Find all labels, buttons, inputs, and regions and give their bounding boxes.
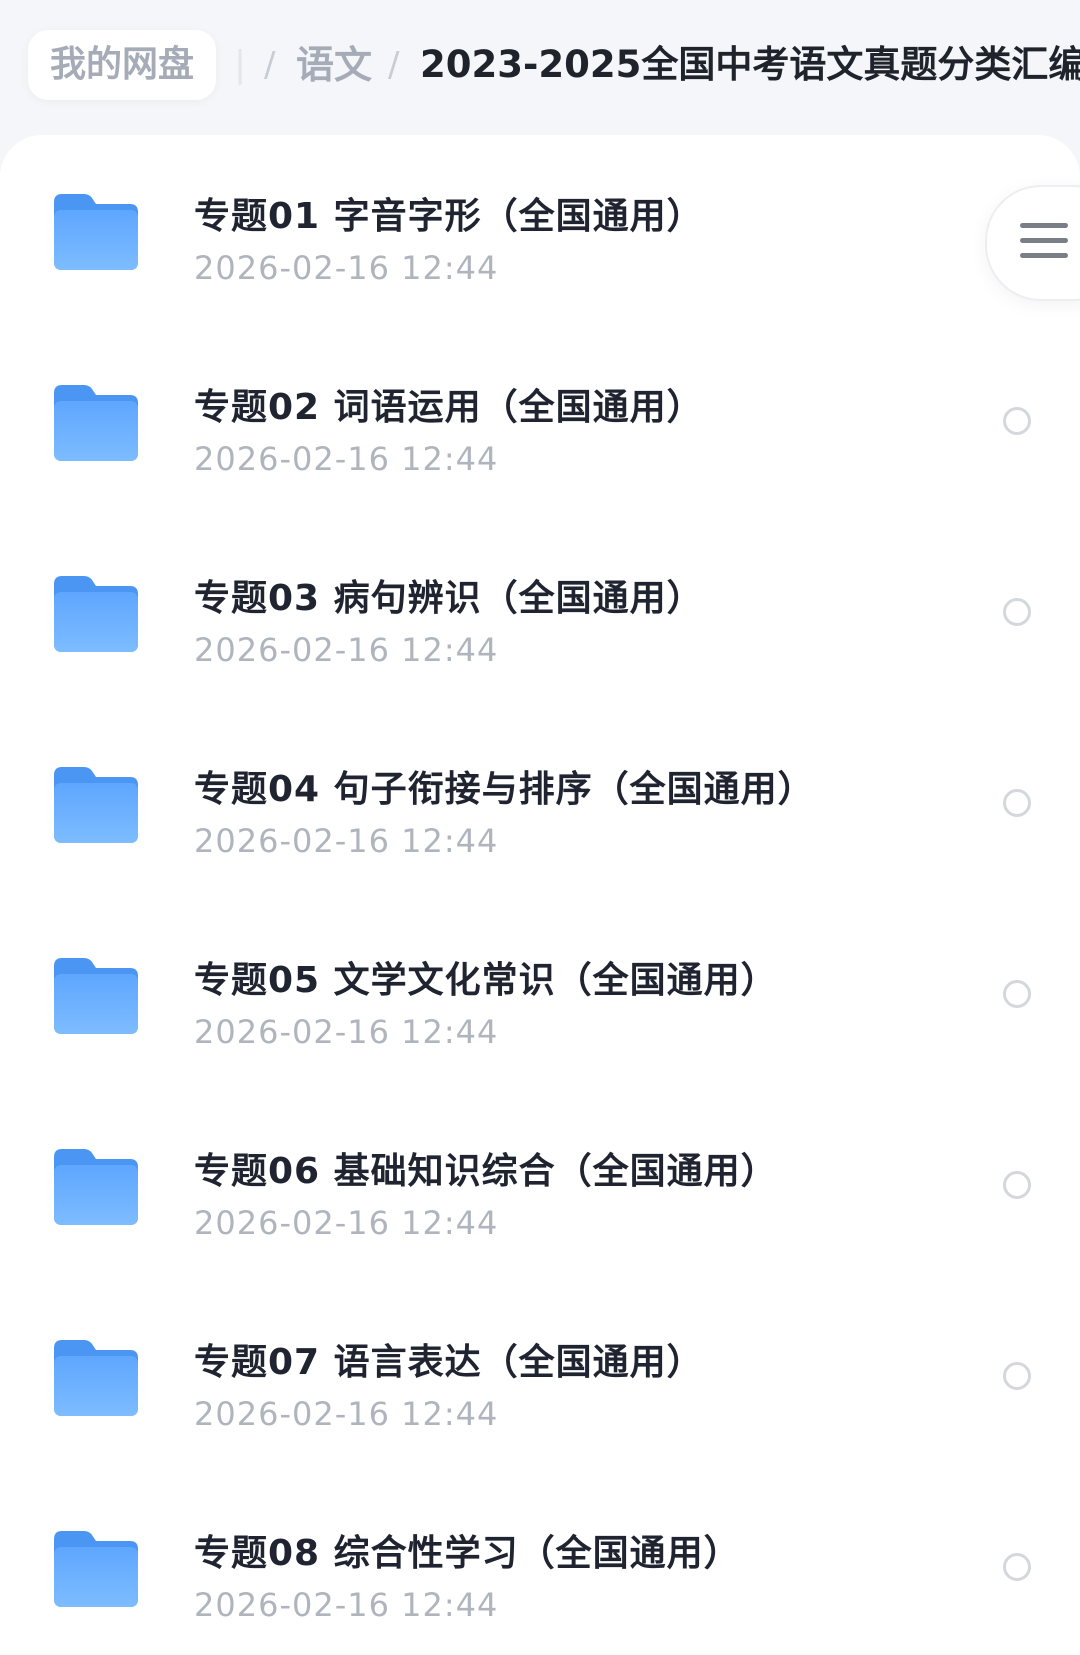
select-radio[interactable] xyxy=(1003,598,1031,626)
breadcrumb-current-folder: 2023-2025全国中考语文真题分类汇编 xyxy=(420,43,1080,86)
file-title: 专题05 文学文化常识（全国通用） xyxy=(194,960,778,1001)
file-row[interactable]: 专题01 字音字形（全国通用） 2026-02-16 12:44 xyxy=(0,135,1080,326)
file-row[interactable]: 专题02 词语运用（全国通用） 2026-02-16 12:44 xyxy=(0,326,1080,517)
select-radio[interactable] xyxy=(1003,407,1031,435)
breadcrumb-parent-folder[interactable]: 语文 xyxy=(296,30,372,100)
file-title: 专题04 句子衔接与排序（全国通用） xyxy=(194,769,815,810)
file-row[interactable]: 专题08 综合性学习（全国通用） 2026-02-16 12:44 xyxy=(0,1472,1080,1655)
select-radio[interactable] xyxy=(1003,789,1031,817)
breadcrumb-separator: / xyxy=(264,45,276,85)
file-date: 2026-02-16 12:44 xyxy=(194,1013,499,1051)
file-title: 专题08 综合性学习（全国通用） xyxy=(194,1533,741,1574)
folder-icon xyxy=(54,767,138,843)
select-radio[interactable] xyxy=(1003,1553,1031,1581)
folder-icon xyxy=(54,1340,138,1416)
file-date: 2026-02-16 12:44 xyxy=(194,440,499,478)
folder-icon xyxy=(54,1149,138,1225)
select-radio[interactable] xyxy=(1003,980,1031,1008)
file-list: 专题01 字音字形（全国通用） 2026-02-16 12:44 专题02 词语… xyxy=(0,135,1080,1655)
breadcrumb: 我的网盘 | / 语文 / 2023-2025全国中考语文真题分类汇编 xyxy=(0,0,1080,135)
file-row[interactable]: 专题05 文学文化常识（全国通用） 2026-02-16 12:44 xyxy=(0,899,1080,1090)
file-date: 2026-02-16 12:44 xyxy=(194,1586,499,1624)
file-date: 2026-02-16 12:44 xyxy=(194,1204,499,1242)
folder-icon xyxy=(54,385,138,461)
folder-icon xyxy=(54,576,138,652)
file-title: 专题03 病句辨识（全国通用） xyxy=(194,578,704,619)
file-row[interactable]: 专题04 句子衔接与排序（全国通用） 2026-02-16 12:44 xyxy=(0,708,1080,899)
file-date: 2026-02-16 12:44 xyxy=(194,1395,499,1433)
folder-icon xyxy=(54,1531,138,1607)
file-title: 专题06 基础知识综合（全国通用） xyxy=(194,1151,778,1192)
file-title: 专题01 字音字形（全国通用） xyxy=(194,196,704,237)
file-date: 2026-02-16 12:44 xyxy=(194,249,499,287)
select-radio[interactable] xyxy=(1003,1362,1031,1390)
select-radio[interactable] xyxy=(1003,1171,1031,1199)
file-row[interactable]: 专题03 病句辨识（全国通用） 2026-02-16 12:44 xyxy=(0,517,1080,708)
folder-icon xyxy=(54,958,138,1034)
file-date: 2026-02-16 12:44 xyxy=(194,822,499,860)
breadcrumb-my-drive[interactable]: 我的网盘 xyxy=(28,30,217,100)
file-row[interactable]: 专题07 语言表达（全国通用） 2026-02-16 12:44 xyxy=(0,1281,1080,1472)
breadcrumb-separator: / xyxy=(388,45,400,85)
folder-icon xyxy=(54,194,138,270)
breadcrumb-hidden-segment: | xyxy=(234,44,247,85)
file-row[interactable]: 专题06 基础知识综合（全国通用） 2026-02-16 12:44 xyxy=(0,1090,1080,1281)
file-title: 专题07 语言表达（全国通用） xyxy=(194,1342,704,1383)
file-date: 2026-02-16 12:44 xyxy=(194,631,499,669)
file-title: 专题02 词语运用（全国通用） xyxy=(194,387,704,428)
